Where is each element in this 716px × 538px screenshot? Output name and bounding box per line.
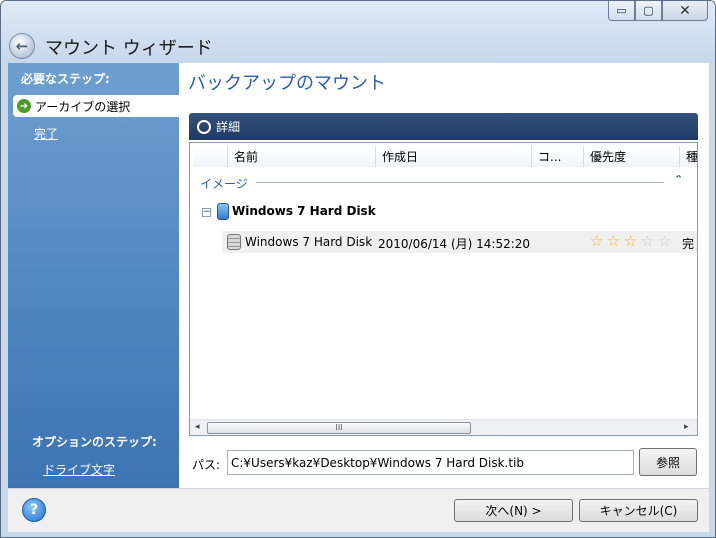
optional-steps-heading: オプションのステップ:	[32, 435, 157, 449]
main-content: バックアップのマウント 詳細 名前 作成日 コ... 優先度 種 イメージ ⌃ …	[179, 63, 709, 488]
caption-buttons: ▭ ▢ ✕	[608, 1, 708, 21]
mount-wizard-window: ▭ ▢ ✕ ← マウント ウィザード 必要なステップ: ➜ アーカイブの選択 完…	[0, 0, 716, 538]
star-icon[interactable]: ☆	[622, 233, 639, 249]
details-section-header[interactable]: 詳細	[189, 113, 698, 140]
column-header-created[interactable]: 作成日	[376, 146, 532, 167]
details-label: 詳細	[216, 120, 241, 134]
column-header-row: 名前 作成日 コ... 優先度 種	[194, 146, 697, 167]
tree-collapse-toggle[interactable]: −	[202, 208, 211, 217]
row-name: Windows 7 Hard Disk	[245, 235, 373, 249]
star-icon[interactable]: ☆	[639, 233, 656, 249]
disk-archive-icon	[217, 203, 229, 220]
priority-rating: ☆ ☆ ☆ ☆ ☆	[588, 233, 673, 249]
scroll-left-icon[interactable]: ◂	[195, 422, 200, 432]
star-icon[interactable]: ☆	[588, 233, 605, 249]
tree-node-label[interactable]: Windows 7 Hard Disk	[232, 204, 376, 218]
minimize-button[interactable]: ▭	[608, 1, 635, 21]
horizontal-scrollbar[interactable]: ◂ III ▸	[190, 419, 697, 435]
group-label-images: イメージ	[200, 177, 248, 191]
close-icon: ✕	[679, 2, 691, 19]
column-header-priority[interactable]: 優先度	[584, 146, 680, 167]
path-label: パス:	[192, 458, 221, 472]
column-header-type[interactable]: 種	[680, 146, 697, 167]
scroll-right-icon[interactable]: ▸	[684, 422, 689, 432]
required-steps-heading: 必要なステップ:	[21, 72, 110, 86]
cancel-button[interactable]: キャンセル(C)	[579, 499, 698, 522]
sidebar-item-finish[interactable]: 完了	[34, 125, 58, 142]
page-title: バックアップのマウント	[188, 73, 386, 94]
help-icon[interactable]: ?	[22, 498, 46, 522]
arrow-right-icon: ➜	[17, 99, 31, 113]
star-icon[interactable]: ☆	[605, 233, 622, 249]
magnifier-icon	[197, 119, 211, 134]
minimize-icon: ▭	[616, 4, 627, 17]
group-divider	[256, 182, 664, 183]
hard-disk-icon	[227, 234, 241, 250]
column-header-spacer	[194, 146, 228, 167]
footer-bar: ? 次へ(N) > キャンセル(C)	[8, 488, 709, 532]
row-status: 完	[682, 237, 695, 251]
maximize-icon: ▢	[643, 4, 654, 17]
title-bar: ▭ ▢ ✕ ← マウント ウィザード	[1, 1, 715, 63]
sidebar-item-select-archive[interactable]: ➜ アーカイブの選択	[13, 95, 186, 117]
archive-list[interactable]: 名前 作成日 コ... 優先度 種 イメージ ⌃ − Windows 7 Har…	[189, 142, 698, 436]
sidebar-item-label: アーカイブの選択	[35, 99, 131, 114]
browse-button[interactable]: 参照	[639, 448, 697, 476]
scrollbar-thumb[interactable]: III	[207, 422, 471, 434]
path-input[interactable]	[227, 450, 634, 475]
back-button[interactable]: ←	[9, 33, 35, 59]
close-button[interactable]: ✕	[662, 1, 708, 21]
row-created-date: 2010/06/14 (月) 14:52:20	[378, 237, 531, 251]
column-header-name[interactable]: 名前	[228, 146, 376, 167]
sidebar-item-drive-letter[interactable]: ドライブ文字	[43, 461, 115, 478]
next-button[interactable]: 次へ(N) >	[454, 499, 573, 522]
star-icon[interactable]: ☆	[656, 233, 673, 249]
grip-icon: III	[335, 423, 343, 432]
back-arrow-icon: ←	[15, 37, 29, 55]
window-title: マウント ウィザード	[45, 38, 213, 59]
sidebar: 必要なステップ: ➜ アーカイブの選択 完了 オプションのステップ: ドライブ文…	[8, 63, 186, 488]
maximize-button[interactable]: ▢	[635, 1, 662, 21]
column-header-comment[interactable]: コ...	[532, 146, 584, 167]
collapse-icon[interactable]: ⌃	[674, 173, 683, 186]
